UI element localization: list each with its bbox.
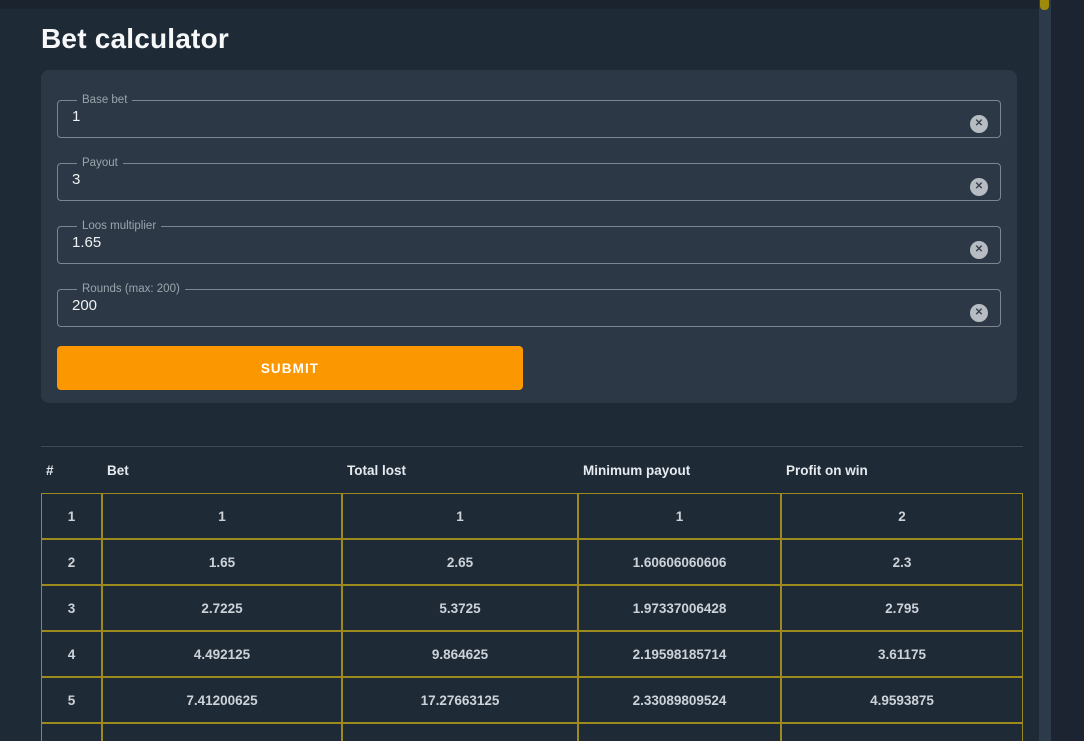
table-row: 11112 — [41, 493, 1023, 539]
base-bet-input[interactable]: 1 — [70, 108, 960, 125]
table-cell: 1 — [342, 493, 578, 539]
table-row: 32.72255.37251.973370064282.795 — [41, 585, 1023, 631]
table-cell: 3.61175 — [781, 631, 1023, 677]
submit-button[interactable]: SUBMIT — [57, 346, 523, 390]
table-cell: 7.41200625 — [102, 677, 342, 723]
row-index-cell: 5 — [41, 677, 102, 723]
table-cell: 1.97337006428 — [578, 585, 781, 631]
table-row: 57.4120062517.276631252.330898095244.959… — [41, 677, 1023, 723]
calculator-form-card: Base bet 1 ✕ Payout 3 ✕ Loos multiplier … — [41, 70, 1017, 403]
table-cell: 2.3 — [781, 539, 1023, 585]
table-row — [41, 723, 1023, 741]
loss-multiplier-field[interactable]: Loos multiplier 1.65 ✕ — [57, 220, 1001, 264]
table-cell: 2.795 — [781, 585, 1023, 631]
column-header: # — [41, 447, 102, 493]
table-cell: 5.3725 — [342, 585, 578, 631]
table-cell: 17.27663125 — [342, 677, 578, 723]
table-cell — [102, 723, 342, 741]
clear-circle-icon[interactable]: ✕ — [970, 178, 988, 196]
right-gutter — [1051, 0, 1084, 741]
table-cell: 9.864625 — [342, 631, 578, 677]
row-index-cell: 4 — [41, 631, 102, 677]
scrollbar-track[interactable] — [1039, 0, 1051, 741]
table-cell: 2.65 — [342, 539, 578, 585]
results-table-section: #BetTotal lostMinimum payoutProfit on wi… — [41, 446, 1023, 741]
table-cell: 1 — [102, 493, 342, 539]
row-index-cell: 1 — [41, 493, 102, 539]
clear-circle-icon[interactable]: ✕ — [970, 241, 988, 259]
table-cell: 2 — [781, 493, 1023, 539]
table-cell: 4.492125 — [102, 631, 342, 677]
table-row: 44.4921259.8646252.195981857143.61175 — [41, 631, 1023, 677]
table-cell: 2.7225 — [102, 585, 342, 631]
base-bet-field[interactable]: Base bet 1 ✕ — [57, 94, 1001, 138]
results-table: #BetTotal lostMinimum payoutProfit on wi… — [41, 446, 1023, 741]
row-index-cell: 3 — [41, 585, 102, 631]
table-cell: 2.19598185714 — [578, 631, 781, 677]
payout-input[interactable]: 3 — [70, 171, 960, 188]
app-root: Bet calculator Base bet 1 ✕ Payout 3 ✕ L… — [0, 0, 1051, 741]
table-header-row: #BetTotal lostMinimum payoutProfit on wi… — [41, 447, 1023, 493]
table-cell: 2.33089809524 — [578, 677, 781, 723]
scrollbar-thumb[interactable] — [1040, 0, 1049, 10]
column-header: Total lost — [342, 447, 578, 493]
table-cell: 1.60606060606 — [578, 539, 781, 585]
table-cell: 1 — [578, 493, 781, 539]
rounds-label: Rounds (max: 200) — [77, 283, 185, 296]
table-cell — [781, 723, 1023, 741]
loss-multiplier-input[interactable]: 1.65 — [70, 234, 960, 251]
payout-field[interactable]: Payout 3 ✕ — [57, 157, 1001, 201]
table-cell — [342, 723, 578, 741]
column-header: Profit on win — [781, 447, 1023, 493]
payout-label: Payout — [77, 157, 123, 170]
loss-multiplier-label: Loos multiplier — [77, 220, 161, 233]
column-header: Bet — [102, 447, 342, 493]
clear-circle-icon[interactable]: ✕ — [970, 304, 988, 322]
column-header: Minimum payout — [578, 447, 781, 493]
base-bet-label: Base bet — [77, 94, 132, 107]
table-cell — [578, 723, 781, 741]
row-index-cell — [41, 723, 102, 741]
page-title: Bet calculator — [41, 24, 1051, 54]
top-edge-shade — [0, 0, 1051, 9]
rounds-input[interactable]: 200 — [70, 297, 960, 314]
table-cell: 1.65 — [102, 539, 342, 585]
rounds-field[interactable]: Rounds (max: 200) 200 ✕ — [57, 283, 1001, 327]
table-row: 21.652.651.606060606062.3 — [41, 539, 1023, 585]
table-cell: 4.9593875 — [781, 677, 1023, 723]
clear-circle-icon[interactable]: ✕ — [970, 115, 988, 133]
row-index-cell: 2 — [41, 539, 102, 585]
